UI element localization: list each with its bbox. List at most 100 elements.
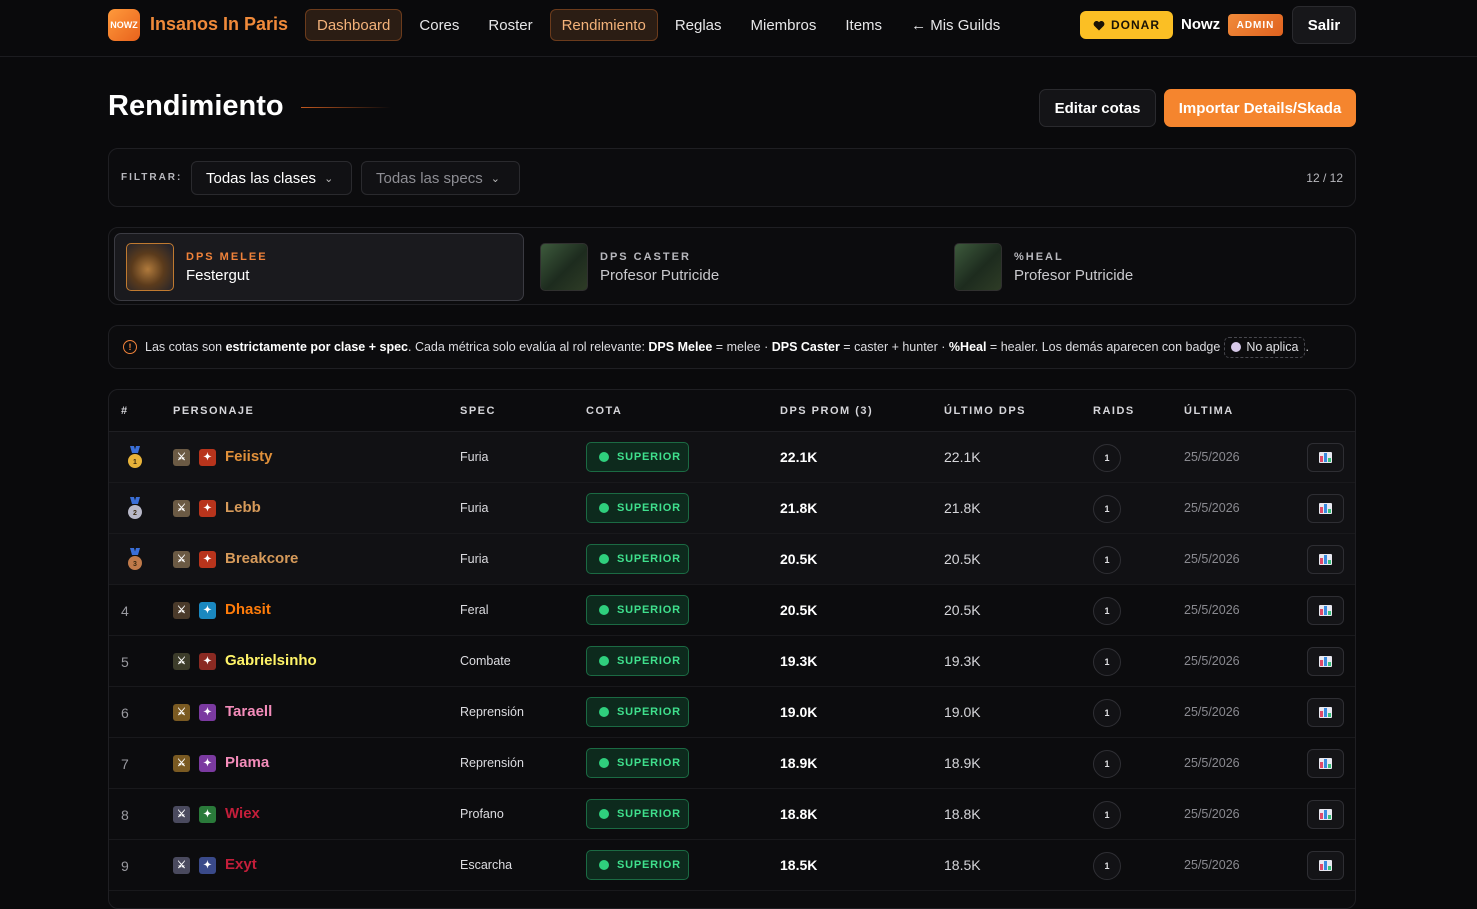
view-chart-button[interactable] (1307, 698, 1344, 727)
character-name[interactable]: Wiex (225, 805, 260, 822)
character-name[interactable]: Plama (225, 754, 269, 771)
spec-select-value: Todas las specs (376, 169, 483, 187)
view-chart-button[interactable] (1307, 545, 1344, 574)
col-last-dps[interactable]: ÚLTIMO DPS (944, 405, 1026, 417)
table-row[interactable]: 4 ⚔ ✦ Dhasit Feral SUPERIOR 20.5K 20.5K 1 25/5/20… (109, 585, 1355, 636)
last-dps: 20.5K (944, 602, 981, 618)
quota-badge: SUPERIOR (586, 493, 689, 523)
guild-logo[interactable]: NOWZ (108, 9, 140, 41)
boss-selector: DPS MELEE Festergut DPS CASTER Profesor Put… (108, 227, 1356, 305)
nav-item-6[interactable]: Items (833, 9, 894, 41)
frost-spec-icon: ✦ (199, 857, 216, 874)
character-name[interactable]: Lebb (225, 499, 261, 516)
spec-select[interactable]: Todas las specs ⌄ (361, 161, 520, 195)
table-row[interactable]: 7 ⚔ ✦ Plama Reprensión SUPERIOR 18.9K 18.9K 1 25/… (109, 738, 1355, 789)
retribution-spec-icon: ✦ (199, 755, 216, 772)
combat-spec-icon: ✦ (199, 653, 216, 670)
death-knight-class-icon: ⚔ (173, 857, 190, 874)
quota-label: SUPERIOR (617, 655, 681, 667)
donate-button[interactable]: DONAR (1080, 11, 1173, 39)
view-chart-button[interactable] (1307, 443, 1344, 472)
boss-portrait (126, 243, 174, 291)
boss-tab-0[interactable]: DPS MELEE Festergut (114, 233, 524, 301)
boss-text: %HEAL Profesor Putricide (1014, 251, 1133, 284)
dps-average: 18.8K (780, 806, 818, 822)
last-date: 25/5/2026 (1184, 807, 1240, 821)
view-chart-button[interactable] (1307, 596, 1344, 625)
title-underline (301, 107, 391, 108)
boss-tab-1[interactable]: DPS CASTER Profesor Putricide (529, 233, 934, 301)
top-bar: NOWZ Insanos In Paris Dashboard Cores Rost… (0, 0, 1477, 57)
dot-icon (1231, 342, 1242, 352)
warrior-class-icon: ⚔ (173, 449, 190, 466)
view-chart-button[interactable] (1307, 494, 1344, 523)
table-row[interactable]: 6 ⚔ ✦ Taraell Reprensión SUPERIOR 19.0K 19.0K 1 2… (109, 687, 1355, 738)
view-chart-button[interactable] (1307, 800, 1344, 829)
character-name[interactable]: Exyt (225, 856, 257, 873)
character-name[interactable]: Taraell (225, 703, 272, 720)
table-row[interactable]: 9 ⚔ ✦ Exyt Escarcha SUPERIOR 18.5K 18.5K 1 25/5/2… (109, 840, 1355, 891)
character-name[interactable]: Gabrielsinho (225, 652, 317, 669)
table-row[interactable]: 5 ⚔ ✦ Gabrielsinho Combate SUPERIOR 19.3K 19.3K… (109, 636, 1355, 687)
character-name[interactable]: Feiisty (225, 448, 273, 465)
dps-average: 20.5K (780, 551, 818, 567)
boss-tab-2[interactable]: %HEAL Profesor Putricide (943, 233, 1348, 301)
col-rank[interactable]: # (121, 405, 129, 417)
info-note: ! Las cotas son estrictamente por clase … (108, 325, 1356, 369)
logout-button[interactable]: Salir (1292, 6, 1356, 44)
raid-count-badge: 1 (1093, 597, 1121, 625)
last-date: 25/5/2026 (1184, 501, 1240, 515)
quota-label: SUPERIOR (617, 502, 681, 514)
col-quota[interactable]: COTA (586, 405, 622, 417)
admin-badge: ADMIN (1228, 14, 1283, 36)
quota-badge: SUPERIOR (586, 544, 689, 574)
class-select[interactable]: Todas las clases ⌄ (191, 161, 352, 195)
quota-badge: SUPERIOR (586, 748, 689, 778)
edit-quotas-button[interactable]: Editar cotas (1039, 89, 1156, 127)
quota-label: SUPERIOR (617, 553, 681, 565)
quota-badge: SUPERIOR (586, 442, 689, 472)
retribution-spec-icon: ✦ (199, 704, 216, 721)
nav-item-7[interactable]: ← Mis Guilds (899, 9, 1012, 41)
import-details-button[interactable]: Importar Details/Skada (1164, 89, 1356, 127)
spec-label: Furia (460, 450, 489, 464)
raid-count-badge: 1 (1093, 750, 1121, 778)
bar-chart-icon (1319, 554, 1332, 565)
table-row[interactable]: 8 ⚔ ✦ Wiex Profano SUPERIOR 18.8K 18.8K 1 25/5/20… (109, 789, 1355, 840)
boss-role: DPS CASTER (600, 250, 691, 263)
user-name: Nowz (1181, 16, 1221, 33)
medal-silver-icon: 2 (128, 497, 142, 519)
col-spec[interactable]: SPEC (460, 405, 496, 417)
boss-text: DPS MELEE Festergut (186, 251, 268, 284)
nav-item-3[interactable]: Rendimiento (549, 9, 658, 41)
nav-item-2[interactable]: Roster (476, 9, 544, 41)
last-dps: 19.0K (944, 704, 981, 720)
view-chart-button[interactable] (1307, 647, 1344, 676)
druid-class-icon: ⚔ (173, 602, 190, 619)
col-dps-avg[interactable]: DPS PROM (3) (780, 405, 873, 417)
medal-bronze-icon: 3 (128, 548, 142, 570)
status-dot-icon (599, 656, 609, 666)
table-row[interactable]: 2 ⚔ ✦ Lebb Furia SUPERIOR 21.8K 21.8K 1 25/5/2026 (109, 483, 1355, 534)
status-dot-icon (599, 452, 609, 462)
col-last-date[interactable]: ÚLTIMA (1184, 405, 1234, 417)
nav-item-1[interactable]: Cores (407, 9, 471, 41)
col-character[interactable]: PERSONAJE (173, 405, 254, 417)
last-date: 25/5/2026 (1184, 552, 1240, 566)
character-name[interactable]: Dhasit (225, 601, 271, 618)
nav-item-4[interactable]: Reglas (663, 9, 734, 41)
character-name[interactable]: Breakcore (225, 550, 298, 567)
col-raids[interactable]: RAIDS (1093, 405, 1135, 417)
table-row[interactable]: 3 ⚔ ✦ Breakcore Furia SUPERIOR 20.5K 20.5K 1 25/5… (109, 534, 1355, 585)
last-dps: 19.3K (944, 653, 981, 669)
chevron-down-icon: ⌄ (490, 172, 500, 185)
warrior-class-icon: ⚔ (173, 500, 190, 517)
view-chart-button[interactable] (1307, 851, 1344, 880)
brand-name[interactable]: Insanos In Paris (150, 14, 288, 35)
nav-item-5[interactable]: Miembros (739, 9, 829, 41)
view-chart-button[interactable] (1307, 749, 1344, 778)
nav-item-0[interactable]: Dashboard (305, 9, 403, 41)
table-row[interactable]: 1 ⚔ ✦ Feiisty Furia SUPERIOR 22.1K 22.1K 1 25/5/2… (109, 432, 1355, 483)
last-date: 25/5/2026 (1184, 603, 1240, 617)
info-icon: ! (123, 340, 137, 354)
